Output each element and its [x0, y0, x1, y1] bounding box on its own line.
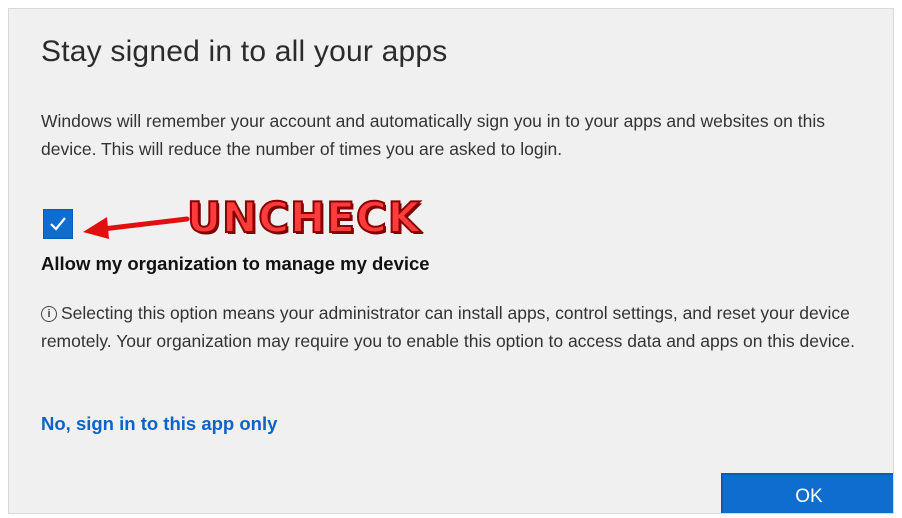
- dialog-description: Windows will remember your account and a…: [41, 111, 825, 159]
- red-arrow-icon: [83, 216, 190, 239]
- stay-signed-in-dialog: Stay signed in to all your apps Windows …: [8, 8, 894, 514]
- uncheck-annotation: UNCHECK: [186, 192, 422, 243]
- info-paragraph: i Selecting this option means your admini…: [41, 299, 887, 355]
- dialog-title: Stay signed in to all your apps: [41, 35, 448, 68]
- info-circle-icon: i: [41, 306, 57, 322]
- checkmark-icon: [50, 217, 66, 231]
- info-text: Selecting this option means your adminis…: [41, 303, 855, 351]
- manage-device-label: Allow my organization to manage my devic…: [41, 253, 430, 274]
- sign-in-app-only-link[interactable]: No, sign in to this app only: [41, 413, 277, 435]
- ok-button[interactable]: OK: [721, 473, 893, 513]
- manage-device-checkbox[interactable]: [43, 209, 73, 239]
